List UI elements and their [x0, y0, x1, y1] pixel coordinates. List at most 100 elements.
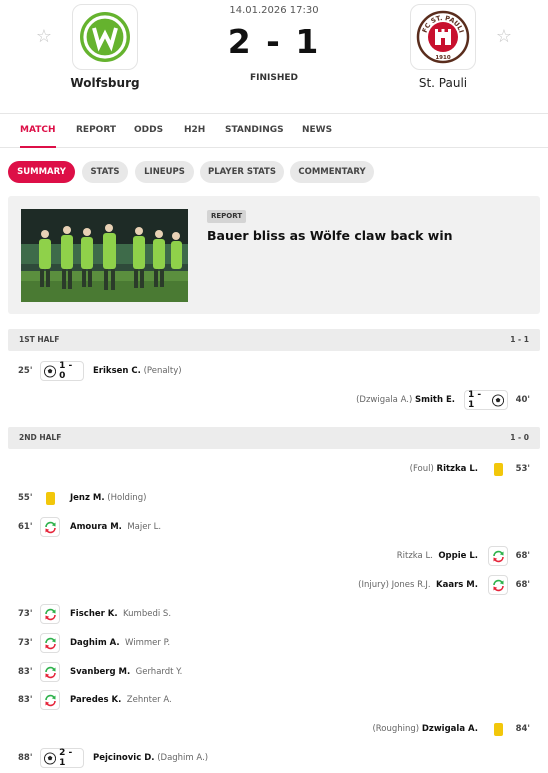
incident-text: (Roughing) Dzwigala A. — [372, 718, 478, 740]
goal-score: 1 - 0 — [59, 361, 73, 381]
incident-row: 55' Jenz M. (Holding) — [8, 487, 540, 509]
incident-text: (Foul) Ritzka L. — [410, 458, 478, 480]
incident-row: (Roughing) Dzwigala A. 84' — [8, 718, 540, 740]
incident-row: (Foul) Ritzka L. 53' — [8, 458, 540, 480]
subtab-player-stats[interactable]: PLAYER STATS — [200, 161, 284, 183]
incident-row: 88' 2 - 1 Pejcinovic D. (Daghim A.) — [8, 747, 540, 769]
goal-badge: 1 - 1 — [464, 390, 508, 410]
section-score: 1 - 1 — [510, 335, 529, 344]
substitution-icon — [40, 517, 60, 537]
player-name[interactable]: Daghim A. — [70, 638, 120, 648]
football-icon — [491, 393, 504, 407]
player-off-name[interactable]: (Injury) Jones R.J. — [358, 580, 430, 590]
player-name[interactable]: Pejcinovic D. — [93, 753, 155, 763]
home-team-name[interactable]: Wolfsburg — [30, 76, 180, 90]
section-title: 1ST HALF — [19, 335, 60, 344]
incident-text: Pejcinovic D. (Daghim A.) — [93, 747, 208, 769]
incident-minute: 83' — [18, 667, 33, 677]
player-name[interactable]: Eriksen C. — [93, 366, 141, 376]
yellow-card-icon — [488, 719, 508, 739]
yellow-card-icon — [40, 488, 60, 508]
incident-row: 83' Svanberg M. Gerhardt Y. — [8, 661, 540, 683]
incident-row: 83' Paredes K. Zehnter A. — [8, 689, 540, 711]
incident-row: 73' Daghim A. Wimmer P. — [8, 632, 540, 654]
report-title[interactable]: Bauer bliss as Wölfe claw back win — [207, 228, 527, 243]
favorite-star-icon[interactable]: ☆ — [495, 28, 513, 46]
incident-text: Eriksen C. (Penalty) — [93, 360, 182, 382]
incident-minute: 40' — [515, 395, 530, 405]
incident-row: (Injury) Jones R.J. Kaars M. 68' — [8, 574, 540, 596]
substitution-icon — [488, 575, 508, 595]
st-pauli-year-text: 1910 — [435, 55, 450, 61]
incident-text: Fischer K. Kumbedi S. — [70, 603, 171, 625]
player-off-name[interactable]: Zehnter A. — [127, 695, 172, 705]
st-pauli-crest-icon: FC ST. PAULI 1910 — [416, 10, 470, 64]
section-score: 1 - 0 — [510, 433, 529, 442]
tab-odds[interactable]: ODDS — [134, 114, 163, 148]
player-name[interactable]: Svanberg M. — [70, 667, 130, 677]
tab-match[interactable]: MATCH — [20, 114, 56, 148]
subtab-summary[interactable]: SUMMARY — [8, 161, 75, 183]
player-name[interactable]: Kaars M. — [436, 580, 478, 590]
player-off-name[interactable]: Ritzka L. — [397, 551, 433, 561]
incident-text: Amoura M. Majer L. — [70, 516, 161, 538]
incident-row: 25' 1 - 0 Eriksen C. (Penalty) — [8, 360, 540, 382]
substitution-icon — [40, 690, 60, 710]
match-report-card[interactable]: REPORT Bauer bliss as Wölfe claw back wi… — [8, 196, 540, 314]
incident-minute: 61' — [18, 522, 33, 532]
subtab-commentary[interactable]: COMMENTARY — [290, 161, 374, 183]
subtab-lineups[interactable]: LINEUPS — [135, 161, 194, 183]
incident-detail: (Foul) — [409, 464, 434, 474]
goal-score: 2 - 1 — [59, 748, 73, 768]
match-score: 2 - 1 — [227, 22, 321, 61]
match-date-time: 14.01.2026 17:30 — [229, 5, 319, 16]
substitution-icon — [488, 546, 508, 566]
player-off-name[interactable]: Kumbedi S. — [123, 609, 171, 619]
player-off-name[interactable]: Majer L. — [127, 522, 161, 532]
penalty-goal-icon — [44, 364, 57, 378]
home-team-logo[interactable] — [72, 4, 138, 70]
goal-badge: 1 - 0 — [40, 361, 84, 381]
player-off-name[interactable]: Gerhardt Y. — [136, 667, 183, 677]
player-name[interactable]: Smith E. — [415, 395, 455, 405]
substitution-icon — [40, 604, 60, 624]
substitution-icon — [40, 633, 60, 653]
player-name[interactable]: Paredes K. — [70, 695, 121, 705]
away-team-name[interactable]: St. Pauli — [368, 76, 518, 90]
away-team-logo[interactable]: FC ST. PAULI 1910 — [410, 4, 476, 70]
player-name[interactable]: Dzwigala A. — [422, 724, 478, 734]
incident-text: Ritzka L. Oppie L. — [397, 545, 478, 567]
favorite-star-icon[interactable]: ☆ — [35, 28, 53, 46]
player-off-name[interactable]: Wimmer P. — [125, 638, 170, 648]
incident-row: (Dzwigala A.) Smith E. 1 - 1 40' — [8, 389, 540, 411]
wolfsburg-crest-icon — [80, 12, 130, 62]
football-icon — [44, 751, 57, 765]
incident-detail: (Penalty) — [143, 366, 182, 376]
incident-minute: 83' — [18, 695, 33, 705]
incident-text: Svanberg M. Gerhardt Y. — [70, 661, 182, 683]
player-name[interactable]: Fischer K. — [70, 609, 118, 619]
player-name[interactable]: Jenz M. — [70, 493, 105, 503]
incident-minute: 88' — [18, 753, 33, 763]
section-title: 2ND HALF — [19, 433, 62, 442]
incident-detail: (Dzwigala A.) — [356, 395, 413, 405]
subtab-stats[interactable]: STATS — [82, 161, 128, 183]
tab-news[interactable]: NEWS — [302, 114, 332, 148]
report-photo — [21, 209, 188, 302]
incident-text: Paredes K. Zehnter A. — [70, 689, 172, 711]
incident-detail: (Roughing) — [372, 724, 420, 734]
player-name[interactable]: Amoura M. — [70, 522, 122, 532]
incident-minute: 25' — [18, 366, 33, 376]
tab-report[interactable]: REPORT — [76, 114, 116, 148]
incident-text: Daghim A. Wimmer P. — [70, 632, 170, 654]
match-status: FINISHED — [249, 73, 298, 83]
incident-minute: 53' — [515, 464, 530, 474]
player-name[interactable]: Ritzka L. — [437, 464, 478, 474]
tab-h2h[interactable]: H2H — [184, 114, 205, 148]
yellow-card-icon — [488, 459, 508, 479]
tab-standings[interactable]: STANDINGS — [225, 114, 284, 148]
incident-text: (Injury) Jones R.J. Kaars M. — [358, 574, 478, 596]
incident-minute: 84' — [515, 724, 530, 734]
player-name[interactable]: Oppie L. — [438, 551, 478, 561]
incident-detail: (Daghim A.) — [157, 753, 209, 763]
